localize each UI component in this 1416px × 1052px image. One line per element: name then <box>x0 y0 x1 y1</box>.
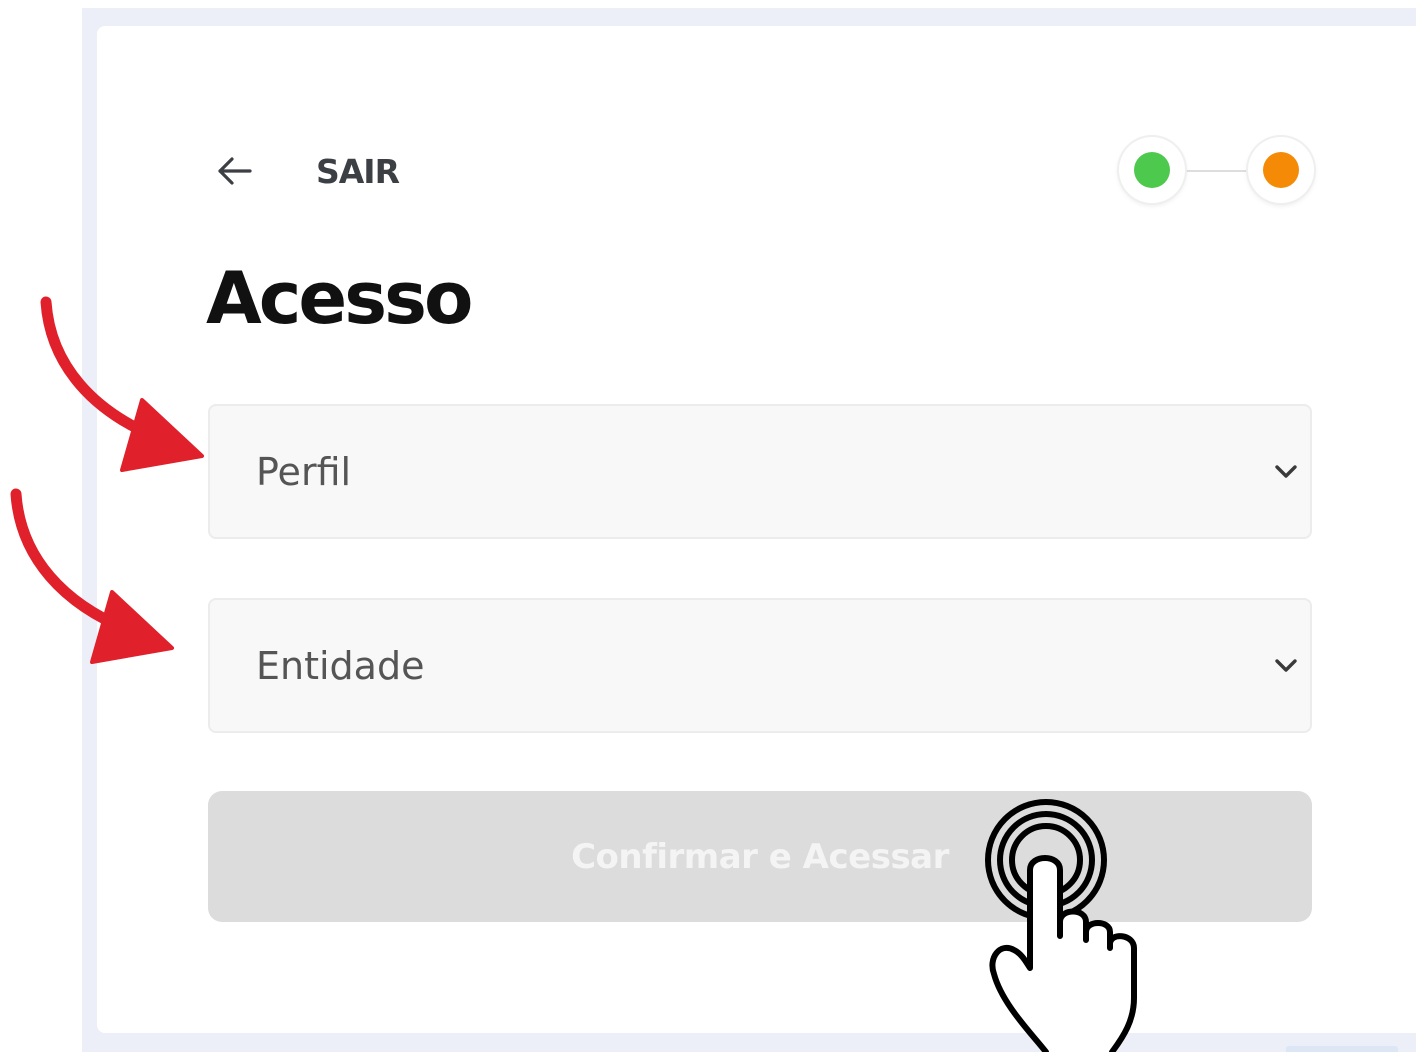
background-panel-edge <box>1286 1046 1398 1052</box>
perfil-select[interactable]: Perfil <box>208 404 1312 539</box>
entidade-select-value: Entidade <box>256 644 425 688</box>
chevron-down-icon <box>1272 462 1300 482</box>
exit-button[interactable]: SAIR <box>214 148 400 194</box>
confirm-access-button[interactable]: Confirmar e Acessar <box>208 791 1312 922</box>
exit-label: SAIR <box>316 151 400 191</box>
step-dot-orange <box>1263 152 1299 188</box>
perfil-select-value: Perfil <box>256 450 352 494</box>
step-dot-green <box>1134 152 1170 188</box>
arrow-left-icon <box>214 151 254 191</box>
step-indicator-current <box>1248 137 1314 203</box>
chevron-down-icon <box>1272 656 1300 676</box>
page-title: Acesso <box>206 256 473 340</box>
progress-stepper <box>1119 137 1315 205</box>
stepper-connector <box>1183 170 1250 172</box>
step-indicator-complete <box>1119 137 1185 203</box>
entidade-select[interactable]: Entidade <box>208 598 1312 733</box>
